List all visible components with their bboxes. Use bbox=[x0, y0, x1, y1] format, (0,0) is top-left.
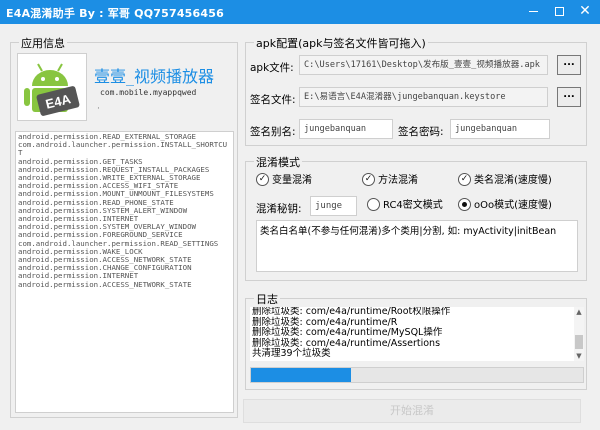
password-input[interactable]: jungebanquan bbox=[450, 119, 550, 139]
var-obfuscation-label: 变量混淆 bbox=[272, 175, 312, 186]
key-input[interactable]: junge bbox=[310, 196, 357, 216]
radio-on-icon bbox=[458, 197, 471, 211]
apk-file-label: apk文件: bbox=[250, 62, 294, 74]
scroll-thumb[interactable] bbox=[575, 335, 583, 349]
apk-config-group: apk配置(apk与签名文件皆可拖入) apk文件: C:\Users\1716… bbox=[245, 35, 587, 146]
log-line: 删除垃圾类: com/e4a/runtime/Root权限操作 bbox=[252, 307, 451, 317]
maximize-button[interactable] bbox=[546, 0, 572, 24]
window-title: E4A混淆助手 By : 军哥 QQ757456456 bbox=[6, 7, 224, 20]
progress-fill bbox=[251, 368, 351, 382]
progress-bar bbox=[250, 367, 584, 383]
key-label: 混淆秘钥: bbox=[256, 203, 302, 215]
minimize-icon bbox=[528, 11, 538, 12]
password-label: 签名密码: bbox=[398, 126, 444, 138]
app-info-group: 应用信息 E4A 壹壹_视频播放器 com.mobile.myappqwed ·… bbox=[10, 35, 238, 418]
apk-file-field[interactable]: C:\Users\17161\Desktop\发布版_壹壹_视频播放器.apk bbox=[299, 55, 548, 75]
scroll-down-icon[interactable]: ▼ bbox=[575, 352, 583, 360]
log-area[interactable]: 删除垃圾类: com/e4a/runtime/Root权限操作 删除垃圾类: co… bbox=[250, 307, 584, 361]
checkmark-icon: ✓ bbox=[458, 172, 471, 186]
whitelist-input[interactable]: 类名白名单(不参与任何混淆)多个类用|分割, 如: myActivity|ini… bbox=[256, 220, 578, 272]
browse-sign-button[interactable]: ... bbox=[557, 87, 581, 107]
alias-label: 签名别名: bbox=[250, 126, 296, 138]
ooo-mode-radio[interactable]: oOo模式(速度慢) bbox=[458, 197, 552, 215]
title-bar: E4A混淆助手 By : 军哥 QQ757456456 ✕ bbox=[0, 0, 600, 24]
rc4-mode-radio[interactable]: RC4密文模式 bbox=[367, 197, 443, 215]
permissions-list[interactable]: android.permission.READ_EXTERNAL_STORAGE… bbox=[15, 131, 234, 413]
scroll-up-icon[interactable]: ▲ bbox=[575, 308, 583, 316]
class-obfuscation-checkbox[interactable]: ✓ 类名混淆(速度慢) bbox=[458, 172, 552, 190]
log-title: 日志 bbox=[254, 291, 280, 307]
app-name: 壹壹_视频播放器 bbox=[94, 67, 215, 86]
sign-file-field[interactable]: E:\易语言\E4A混淆器\jungebanquan.keystore bbox=[299, 87, 548, 107]
apk-config-title: apk配置(apk与签名文件皆可拖入) bbox=[254, 35, 428, 51]
log-line: 删除垃圾类: com/e4a/runtime/MySQL操作 bbox=[252, 327, 443, 338]
log-line: 共清理39个垃圾类 bbox=[252, 348, 331, 359]
var-obfuscation-checkbox[interactable]: ✓ 变量混淆 bbox=[256, 172, 312, 190]
log-scrollbar[interactable]: ▲ ▼ bbox=[574, 307, 584, 361]
maximize-icon bbox=[554, 7, 564, 16]
radio-off-icon bbox=[367, 197, 380, 211]
start-obfuscation-button[interactable]: 开始混淆 bbox=[243, 399, 581, 423]
rc4-mode-label: RC4密文模式 bbox=[383, 200, 443, 211]
close-button[interactable]: ✕ bbox=[572, 0, 598, 24]
info-marker: · bbox=[97, 104, 100, 114]
permission-item: android.permission.ACCESS_NETWORK_STATE bbox=[18, 279, 192, 289]
log-group: 日志 删除垃圾类: com/e4a/runtime/Root权限操作 删除垃圾类:… bbox=[245, 291, 587, 390]
obfuscation-group: 混淆模式 ✓ 变量混淆 ✓ 方法混淆 ✓ 类名混淆(速度慢) 混淆秘钥: junge … bbox=[245, 154, 587, 281]
permission-item: com.android.launcher.permission.INSTALL_… bbox=[18, 140, 228, 158]
class-obfuscation-label: 类名混淆(速度慢) bbox=[474, 175, 552, 186]
browse-apk-button[interactable]: ... bbox=[557, 55, 581, 75]
app-info-title: 应用信息 bbox=[19, 35, 67, 51]
ooo-mode-label: oOo模式(速度慢) bbox=[474, 200, 552, 211]
android-e4a-logo-icon: E4A bbox=[18, 54, 86, 120]
log-lines: 删除垃圾类: com/e4a/runtime/Root权限操作 删除垃圾类: co… bbox=[250, 307, 584, 360]
minimize-button[interactable] bbox=[520, 0, 546, 24]
alias-input[interactable]: jungebanquan bbox=[299, 119, 393, 139]
sign-file-label: 签名文件: bbox=[250, 94, 296, 106]
app-logo: E4A bbox=[17, 53, 87, 121]
method-obfuscation-checkbox[interactable]: ✓ 方法混淆 bbox=[362, 172, 418, 190]
obfuscation-title: 混淆模式 bbox=[254, 154, 302, 170]
checkmark-icon: ✓ bbox=[362, 172, 375, 186]
package-name: com.mobile.myappqwed bbox=[100, 88, 197, 97]
close-icon: ✕ bbox=[579, 3, 591, 19]
checkmark-icon: ✓ bbox=[256, 172, 269, 186]
method-obfuscation-label: 方法混淆 bbox=[378, 175, 418, 186]
